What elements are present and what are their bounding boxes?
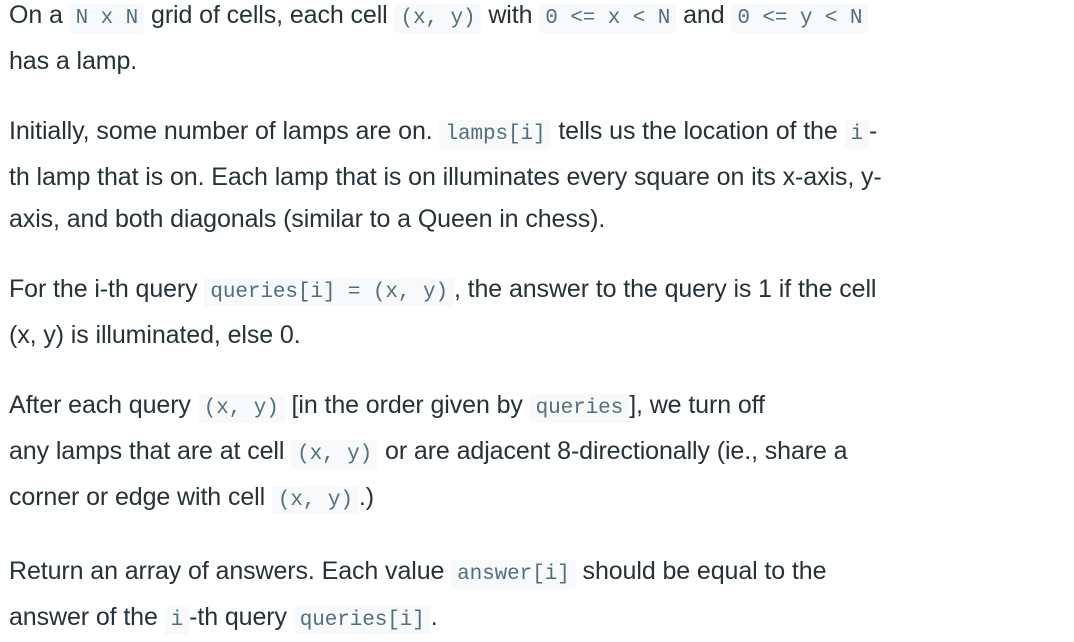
text-segment: tells us the location of the <box>551 117 845 145</box>
text-segment: and <box>676 1 732 29</box>
text-segment: On a <box>9 1 70 29</box>
inline-code: 0 <= x < N <box>539 4 677 33</box>
text-segment: grid of cells, each cell <box>144 1 395 29</box>
text-segment: has a lamp. <box>9 47 138 75</box>
text-segment: Return an array of answers. Each value <box>9 557 452 585</box>
text-segment: - <box>869 117 878 145</box>
paragraph: For the i-th query queries[i] = (x, y), … <box>9 268 1074 356</box>
inline-code: i <box>844 120 870 149</box>
text-segment: with <box>481 1 540 29</box>
inline-code: queries[i] <box>293 606 431 635</box>
inline-code: queries <box>529 394 630 423</box>
inline-code: 0 <= y < N <box>731 4 869 33</box>
problem-description: On a N x N grid of cells, each cell (x, … <box>0 0 1074 642</box>
inline-code: i <box>164 606 190 635</box>
text-segment: , the answer to the query is 1 if the ce… <box>453 275 877 303</box>
paragraph: Initially, some number of lamps are on. … <box>9 110 1074 240</box>
inline-code: queries[i] = (x, y) <box>204 278 454 307</box>
text-segment: any lamps that are at cell <box>9 437 292 465</box>
inline-code: lamps[i] <box>439 120 552 149</box>
text-segment: For the i-th query <box>9 275 205 303</box>
inline-code: (x, y) <box>197 394 285 423</box>
text-segment: axis, and both diagonals (similar to a Q… <box>9 205 606 233</box>
text-segment: -th query <box>189 603 294 631</box>
text-segment: (x, y) is illuminated, else 0. <box>9 321 301 349</box>
text-segment: . <box>430 603 438 631</box>
inline-code: answer[i] <box>451 560 576 589</box>
text-segment: ], we turn off <box>629 391 765 419</box>
text-segment: answer of the <box>9 603 165 631</box>
text-segment: [in the order given by <box>284 391 530 419</box>
inline-code: (x, y) <box>271 486 359 515</box>
text-segment: corner or edge with cell <box>9 483 272 511</box>
inline-code: N x N <box>69 4 145 33</box>
paragraph: After each query (x, y) [in the order gi… <box>9 384 1074 522</box>
inline-code: (x, y) <box>291 440 379 469</box>
text-segment: should be equal to the <box>575 557 827 585</box>
text-segment: or are adjacent 8-directionally (ie., sh… <box>378 437 848 465</box>
text-segment: Initially, some number of lamps are on. <box>9 117 440 145</box>
inline-code: (x, y) <box>394 4 482 33</box>
text-segment: th lamp that is on. Each lamp that is on… <box>9 163 882 191</box>
text-segment: After each query <box>9 391 198 419</box>
text-segment: .) <box>358 483 374 511</box>
paragraph: Return an array of answers. Each value a… <box>9 550 1074 642</box>
paragraph: On a N x N grid of cells, each cell (x, … <box>9 0 1074 82</box>
